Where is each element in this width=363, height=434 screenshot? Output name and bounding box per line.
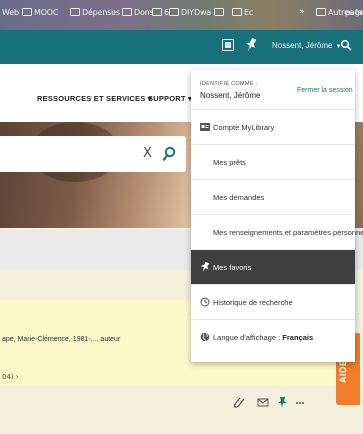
folder-icon [22,8,32,16]
bookmark[interactable]: pages [345,8,363,17]
menu-item-label: Mes prêts [213,158,246,167]
bookmark[interactable]: DIY [169,8,194,17]
bookmarks-overflow[interactable]: » [299,7,305,17]
result-more-link[interactable]: 04) › [2,373,19,381]
account-card-icon [200,123,210,131]
search-icon[interactable] [162,146,176,162]
screen: Web MOOC Dépenses Dons 6 DIY Dwa Ec » Au… [0,0,363,434]
menu-item-label: Mes demandes [213,193,265,202]
menu-item-label: Langue d'affichage : Français [213,333,314,342]
menu-item-label: Historique de recherche [213,298,293,307]
folder-icon [169,8,179,16]
mail-icon[interactable] [257,398,269,407]
menu-item-personal-settings[interactable]: Mes renseignements et paramètres personn… [191,215,363,250]
menu-item-loans[interactable]: Mes prêts [191,145,355,180]
clear-search-button[interactable]: X [143,146,152,161]
folder-icon [122,8,132,16]
library-topbar: Nossent, Jérôme ▼ [0,30,363,64]
result-author: ape, Marie-Clémence, 1981-.... auteur [2,336,121,343]
menu-item-language[interactable]: Langue d'affichage : Français [191,320,355,355]
bookmark[interactable]: 6 [152,8,169,17]
menu-item-label: Mes favoris [213,263,252,272]
bookmarks-bar: Web MOOC Dépenses Dons 6 DIY Dwa Ec » Au… [0,0,363,30]
user-dropdown-menu: IDENTIFIÉ COMME : Nossent, Jérôme Fermer… [191,70,363,362]
menu-item-account[interactable]: Compte MyLibrary [191,110,355,145]
search-icon[interactable] [340,39,352,51]
identified-as-label: IDENTIFIÉ COMME : [200,81,258,87]
attach-icon[interactable] [233,397,245,408]
nav-support[interactable]: SUPPORT ▾ [148,94,192,103]
folder-icon [214,8,224,16]
menu-item-search-history[interactable]: Historique de recherche [191,285,355,320]
identified-name: Nossent, Jérôme [200,91,261,100]
more-icon[interactable] [296,402,304,404]
menu-item-favorites[interactable]: Mes favoris [191,250,355,285]
folder-icon [232,8,242,16]
bookmark[interactable]: Web [2,8,19,17]
bookmark[interactable]: Dwa [194,8,211,17]
bookmark[interactable]: Dépenses [70,8,120,17]
search-input[interactable]: X [0,136,186,172]
language-value: Français [282,333,314,342]
pin-icon[interactable] [278,397,287,408]
folder-icon [152,8,162,16]
user-menu[interactable]: Nossent, Jérôme ▼ [272,41,341,50]
pin-icon[interactable] [246,38,256,52]
bookmark[interactable]: MOOC [22,8,58,17]
menu-item-requests[interactable]: Mes demandes [191,180,355,215]
history-icon [200,297,210,307]
bookmark[interactable] [214,8,226,17]
result-actions [233,397,304,408]
qr-code-icon[interactable] [222,39,234,51]
folder-icon [70,8,80,16]
folder-icon [316,8,326,16]
nav-ressources-services[interactable]: RESSOURCES ET SERVICES ▾ [37,94,152,103]
bookmark[interactable]: Dons [122,8,154,17]
bookmark[interactable]: Ec [232,8,253,17]
menu-item-label: Compte MyLibrary [213,123,275,132]
identity-header: IDENTIFIÉ COMME : Nossent, Jérôme Fermer… [191,70,355,110]
menu-item-label: Mes renseignements et paramètres personn… [213,228,363,237]
pin-icon [200,262,210,272]
globe-icon [200,332,210,342]
help-tab-label: AIDE [338,359,348,383]
logout-link[interactable]: Fermer la session [297,87,353,94]
